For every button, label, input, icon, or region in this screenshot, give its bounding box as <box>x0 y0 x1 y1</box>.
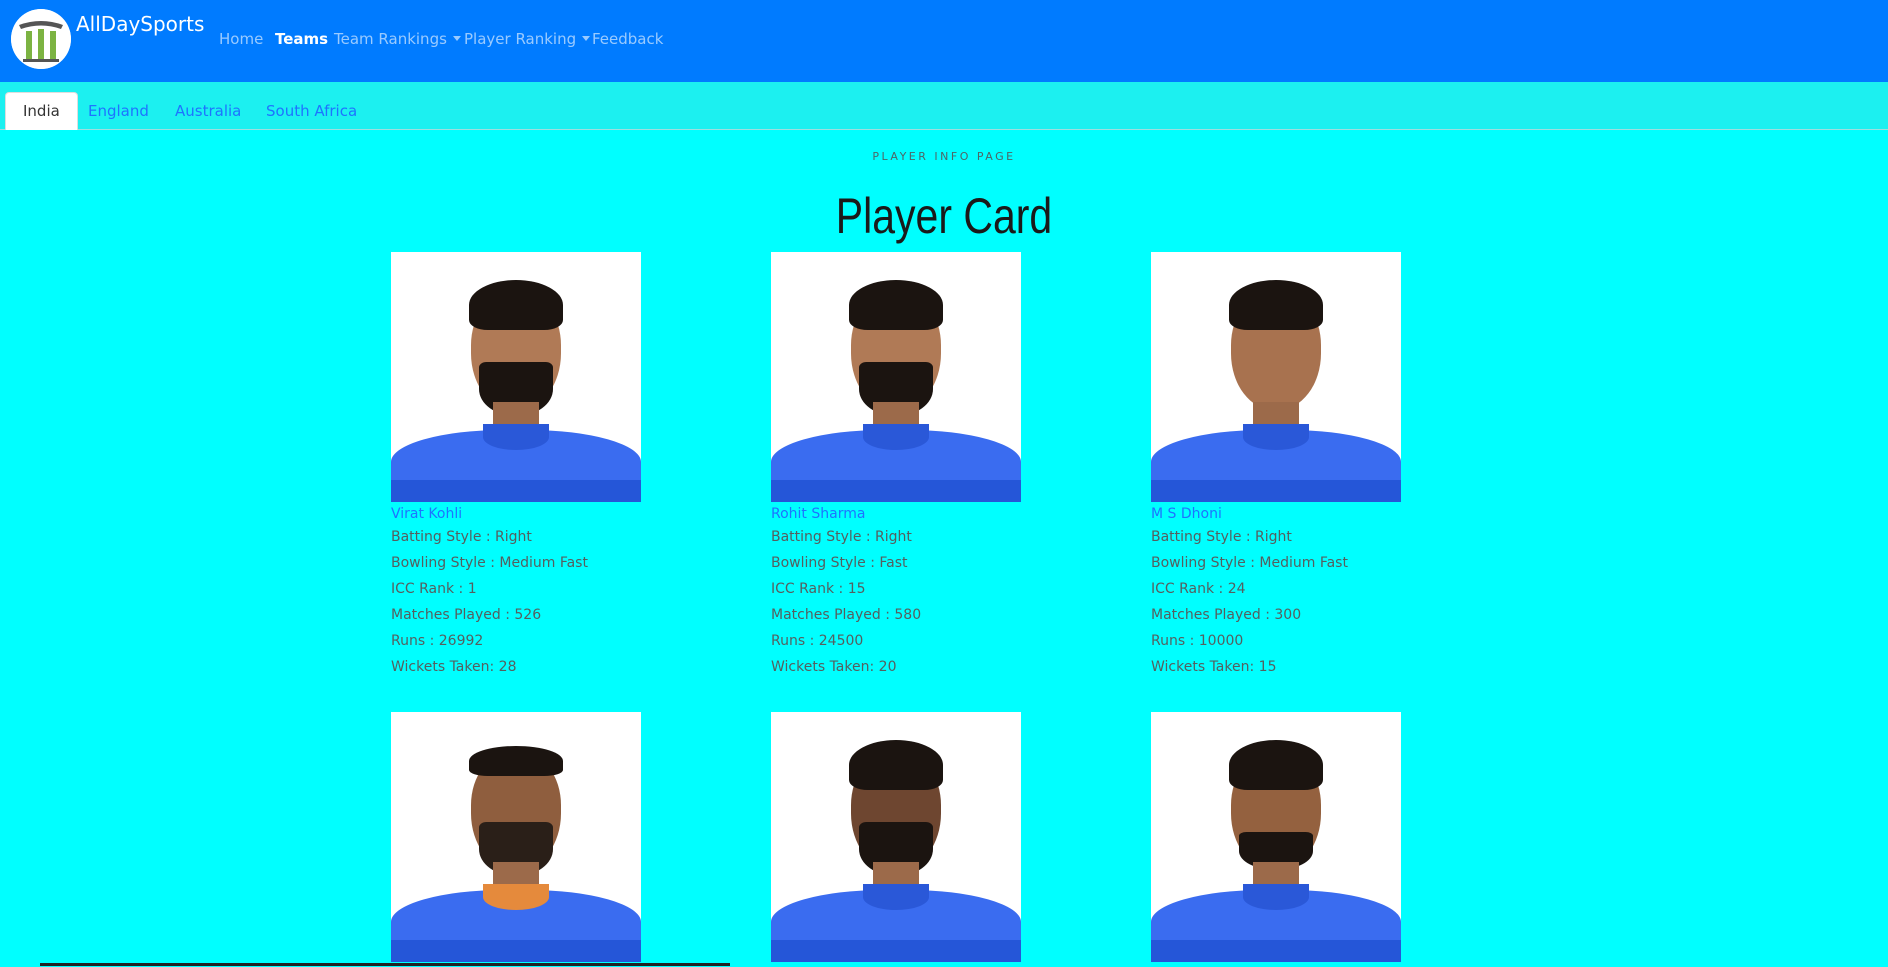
icc-rank: ICC Rank : 1 <box>391 581 477 597</box>
wickets-taken: Wickets Taken: 15 <box>1151 659 1277 675</box>
page-title: Player Card <box>835 188 1053 244</box>
nav-feedback[interactable]: Feedback <box>592 29 663 49</box>
player-photo <box>771 252 1021 502</box>
top-navbar: AllDaySports Home Teams Team Rankings Pl… <box>0 0 1888 82</box>
runs: Runs : 26992 <box>391 633 484 649</box>
scroll-indicator <box>40 963 730 966</box>
nav-team-rankings-dropdown[interactable]: Team Rankings <box>334 29 461 49</box>
player-name-link[interactable]: M S Dhoni <box>1151 504 1411 524</box>
runs: Runs : 10000 <box>1151 633 1244 649</box>
chevron-down-icon <box>452 36 461 41</box>
player-card: Virat Kohli Batting Style : Right Bowlin… <box>391 252 651 680</box>
player-photo <box>391 712 641 962</box>
chevron-down-icon <box>582 36 591 41</box>
nav-player-ranking-label: Player Ranking <box>464 30 577 48</box>
player-card <box>771 712 1031 962</box>
nav-teams[interactable]: Teams <box>275 29 328 49</box>
team-tabs: India England Australia South Africa <box>0 82 1888 130</box>
runs: Runs : 24500 <box>771 633 864 649</box>
player-name-link[interactable]: Virat Kohli <box>391 504 651 524</box>
player-card: Rohit Sharma Batting Style : Right Bowli… <box>771 252 1031 680</box>
icc-rank: ICC Rank : 15 <box>771 581 866 597</box>
bowling-style: Bowling Style : Medium Fast <box>391 555 588 571</box>
tab-south-africa[interactable]: South Africa <box>249 92 374 130</box>
matches-played: Matches Played : 526 <box>391 607 542 623</box>
matches-played: Matches Played : 580 <box>771 607 922 623</box>
nav-home[interactable]: Home <box>219 29 263 49</box>
player-photo <box>1151 252 1401 502</box>
player-card: M S Dhoni Batting Style : Right Bowling … <box>1151 252 1411 680</box>
wickets-taken: Wickets Taken: 28 <box>391 659 517 675</box>
player-photo <box>771 712 1021 962</box>
player-card <box>391 712 651 962</box>
brand-name[interactable]: AllDaySports <box>76 11 204 37</box>
batting-style: Batting Style : Right <box>1151 529 1292 545</box>
tab-australia[interactable]: Australia <box>158 92 258 130</box>
matches-played: Matches Played : 300 <box>1151 607 1302 623</box>
brand-logo-icon[interactable] <box>11 9 71 69</box>
nav-player-ranking-dropdown[interactable]: Player Ranking <box>464 29 591 49</box>
player-name-link[interactable]: Rohit Sharma <box>771 504 1031 524</box>
player-photo <box>391 252 641 502</box>
bowling-style: Bowling Style : Medium Fast <box>1151 555 1348 571</box>
tab-india[interactable]: India <box>5 92 78 130</box>
batting-style: Batting Style : Right <box>391 529 532 545</box>
player-photo <box>1151 712 1401 962</box>
nav-team-rankings-label: Team Rankings <box>334 30 447 48</box>
batting-style: Batting Style : Right <box>771 529 912 545</box>
bowling-style: Bowling Style : Fast <box>771 555 908 571</box>
player-card <box>1151 712 1411 962</box>
page-eyebrow: PLAYER INFO PAGE <box>872 150 1016 163</box>
wickets-taken: Wickets Taken: 20 <box>771 659 897 675</box>
icc-rank: ICC Rank : 24 <box>1151 581 1246 597</box>
tab-england[interactable]: England <box>71 92 166 130</box>
